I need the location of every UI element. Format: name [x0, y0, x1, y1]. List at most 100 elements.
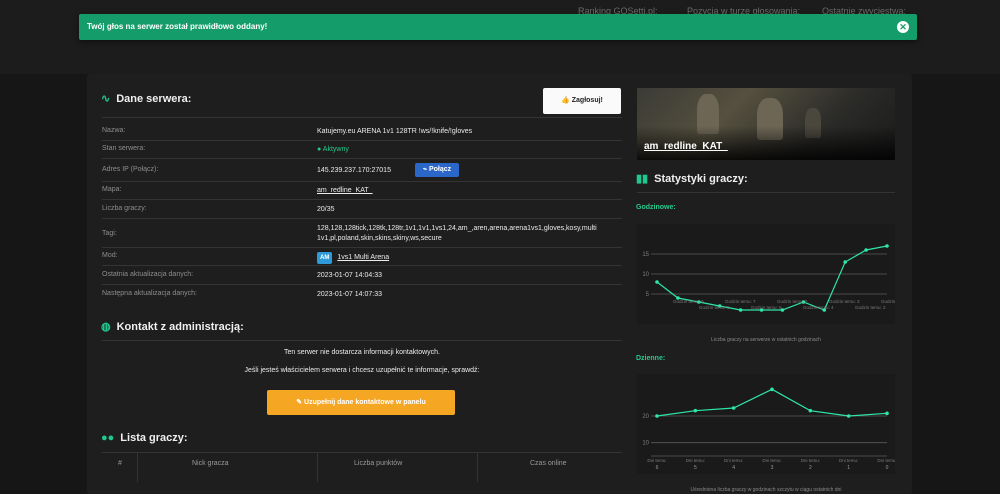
- row-label: Adres IP (Połącz):: [102, 166, 159, 173]
- contact-owner-text: Jeśli jesteś właścicielem serwera i chce…: [244, 367, 480, 374]
- x-tick-label: Dni temu:: [724, 458, 743, 463]
- bar-chart-icon: ▮▮: [636, 173, 649, 185]
- x-tick-label: 4: [732, 465, 735, 471]
- divider: [102, 284, 622, 285]
- row-label: Ostatnia aktualizacja danych:: [102, 271, 194, 278]
- status-badge: ● Aktywny: [317, 146, 349, 153]
- data-point: [770, 387, 774, 392]
- row-label: Tagi:: [102, 230, 117, 237]
- x-tick-label: 3: [771, 465, 774, 471]
- col-index[interactable]: #: [118, 460, 122, 467]
- server-name-value: Katujemy.eu ARENA 1v1 128TR !ws/!knife/!…: [317, 128, 473, 135]
- y-tick-label: 10: [642, 272, 649, 278]
- col-nick[interactable]: Nick gracza: [192, 460, 229, 467]
- x-tick-label: 2: [809, 465, 812, 471]
- x-tick-label: Dni temu:: [647, 458, 666, 463]
- data-point: [655, 280, 659, 284]
- data-point: [808, 408, 813, 413]
- divider: [102, 247, 622, 248]
- mod-badge: AM: [317, 252, 333, 264]
- next-update-value: 2023-01-07 14:07:33: [317, 291, 382, 298]
- daily-chart: 10 20 Dni temu: 6 Dni temu: 5 Dni temu: 4 Dni te…: [637, 374, 897, 474]
- map-name-link[interactable]: am_redline_KAT_: [644, 141, 728, 152]
- x-tick-label: Dni temu:: [801, 458, 820, 463]
- x-tick-label: 5: [694, 465, 697, 471]
- data-point: [738, 308, 743, 312]
- divider: [102, 340, 622, 341]
- x-tick-label: Godzin temu: 9: [673, 299, 704, 304]
- divider: [317, 452, 318, 482]
- data-point: [731, 406, 736, 410]
- stats-title: ▮▮ Statystyki graczy:: [636, 173, 748, 185]
- divider: [102, 140, 622, 141]
- ip-value: 145.239.237.170:27015: [317, 167, 391, 174]
- toast-message: Twój głos na serwer został prawidłowo od…: [87, 22, 268, 31]
- last-update-value: 2023-01-07 14:04:33: [317, 272, 382, 279]
- globe-icon: ◍: [101, 321, 111, 333]
- contact-info-text: Ten serwer nie dostarcza informacji kont…: [283, 349, 440, 356]
- row-label: Liczba graczy:: [102, 205, 147, 212]
- y-tick-label: 20: [642, 414, 649, 420]
- x-tick-label: Godzin temu: 2: [855, 305, 886, 310]
- y-tick-label: 10: [642, 441, 649, 447]
- map-banner: am_redline_KAT_: [637, 88, 895, 160]
- x-tick-label: Godzin temu: 7: [725, 299, 756, 304]
- x-tick-label: Godzin temu: 5: [777, 299, 808, 304]
- divider: [102, 265, 622, 266]
- x-tick-label: Godzin temu: 6: [751, 305, 782, 310]
- divider: [102, 218, 622, 219]
- edit-icon: ✎: [296, 399, 305, 406]
- x-tick-label: Godzin temu: 1: [881, 299, 895, 304]
- divider: [477, 452, 478, 482]
- server-panel: ∿ Dane serwera: 👍 Zagłosuj! Nazwa: Katuje…: [87, 74, 912, 494]
- row-label: Mod:: [102, 252, 118, 259]
- x-tick-label: Godzin temu: 8: [699, 305, 730, 310]
- divider: [102, 158, 622, 159]
- hourly-caption: Liczba graczy na serwerze w ostatnich go…: [711, 337, 821, 343]
- divider: [102, 199, 622, 200]
- success-toast: Twój głos na serwer został prawidłowo od…: [79, 14, 917, 40]
- row-label: Mapa:: [102, 186, 122, 193]
- close-icon[interactable]: ✕: [897, 21, 909, 33]
- x-tick-label: Godzin temu: 3: [829, 299, 860, 304]
- data-point: [693, 408, 698, 413]
- divider: [637, 192, 895, 193]
- row-label: Nazwa:: [102, 127, 126, 134]
- contact-title: ◍ Kontakt z administracją:: [101, 321, 244, 333]
- x-tick-label: Dni temu:: [762, 458, 781, 463]
- row-label: Następna aktualizacja danych:: [102, 290, 197, 297]
- mod-value: AM 1vs1 Multi Arena: [317, 252, 389, 264]
- thumb-icon: 👍: [561, 97, 572, 104]
- col-online[interactable]: Czas online: [530, 460, 567, 467]
- divider: [102, 117, 622, 118]
- map-link[interactable]: am_redline_KAT_: [317, 186, 373, 196]
- mod-link[interactable]: 1vs1 Multi Arena: [337, 254, 389, 261]
- x-tick-label: 6: [656, 465, 659, 471]
- data-point: [843, 260, 847, 264]
- data-point: [885, 244, 889, 248]
- server-data-title: ∿ Dane serwera:: [101, 93, 192, 105]
- hourly-title: Godzinowe:: [636, 204, 676, 211]
- data-point: [846, 414, 851, 418]
- y-tick-label: 5: [646, 292, 650, 298]
- daily-title: Dzienne:: [636, 355, 666, 362]
- col-points[interactable]: Liczba punktów: [354, 460, 402, 467]
- x-tick-label: Dni temu:: [877, 458, 895, 463]
- divider: [137, 452, 138, 482]
- row-label: Stan serwera:: [102, 145, 146, 152]
- y-tick-label: 15: [642, 252, 649, 258]
- fill-contact-button[interactable]: ✎ Uzupełnij dane kontaktowe w panelu: [267, 390, 455, 415]
- series-line: [656, 388, 888, 417]
- x-tick-label: Dni temu:: [839, 458, 858, 463]
- x-tick-label: Godzin temu: 4: [803, 305, 834, 310]
- connect-button[interactable]: ⌁ Połącz: [415, 163, 459, 177]
- vote-button[interactable]: 👍 Zagłosuj!: [543, 88, 621, 114]
- pulse-icon: ∿: [101, 93, 111, 105]
- hourly-chart: 5 10 15 Godzin temu: 9 Godzin temu: 7 Godzin …: [637, 224, 912, 324]
- players-title: ●● Lista graczy:: [101, 432, 188, 444]
- data-point: [864, 248, 868, 252]
- users-icon: ●●: [101, 432, 115, 444]
- divider: [102, 181, 622, 182]
- data-point: [655, 414, 659, 418]
- divider: [102, 452, 622, 453]
